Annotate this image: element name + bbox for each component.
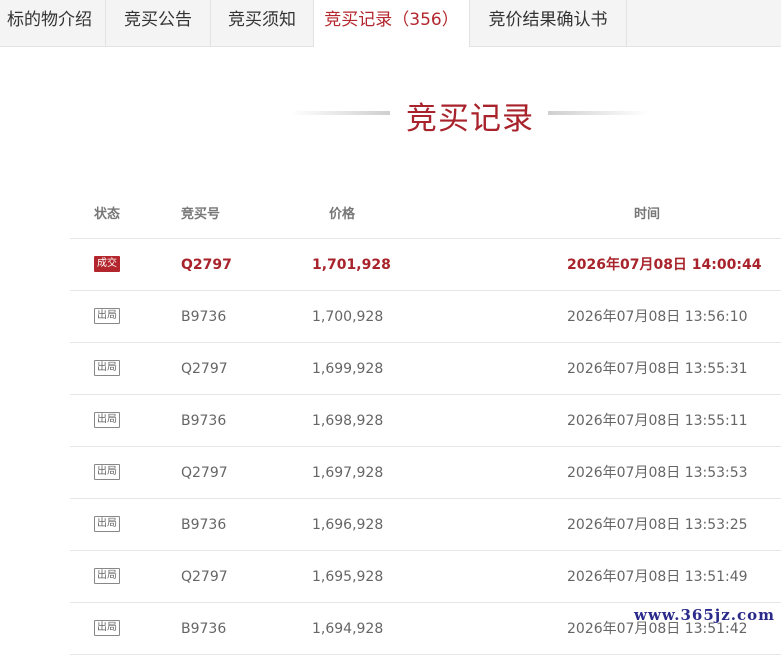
status-badge-out: 出局 <box>94 463 120 480</box>
section-heading: 竞买记录 <box>0 88 781 138</box>
status-cell: 出局 <box>94 499 120 551</box>
column-header-status: 状态 <box>94 207 121 222</box>
bid-number: B9736 <box>181 621 227 637</box>
bid-price: 1,696,928 <box>312 517 384 533</box>
tab-item-intro[interactable]: 标的物介绍 <box>0 0 106 46</box>
table-row: 成交 Q2797 1,701,928 2026年07月08日 14:00:44 <box>70 239 781 291</box>
tab-notice[interactable]: 竞买须知 <box>211 0 314 46</box>
table-row: 出局 Q2797 1,699,928 2026年07月08日 13:55:31 <box>70 343 781 395</box>
bid-number: B9736 <box>181 413 227 429</box>
bid-price: 1,695,928 <box>312 569 384 585</box>
column-header-time: 时间 <box>634 207 661 222</box>
bid-price: 1,701,928 <box>312 257 391 273</box>
tab-label: 竞买记录 <box>324 10 393 30</box>
bid-time: 2026年07月08日 13:51:49 <box>567 569 748 585</box>
bid-number: Q2797 <box>181 257 232 273</box>
status-badge-out: 出局 <box>94 411 120 428</box>
bid-time: 2026年07月08日 13:53:25 <box>567 517 748 533</box>
bid-price: 1,694,928 <box>312 621 384 637</box>
status-badge-out: 出局 <box>94 567 120 584</box>
title-decor-line-right <box>548 111 648 115</box>
tab-label: 竞买公告 <box>124 10 192 30</box>
bid-number: Q2797 <box>181 569 228 585</box>
bid-number: B9736 <box>181 517 227 533</box>
bid-time: 2026年07月08日 13:55:31 <box>567 361 748 377</box>
tab-count: （356） <box>392 10 459 30</box>
bid-number: Q2797 <box>181 361 228 377</box>
status-cell: 出局 <box>94 603 120 655</box>
status-cell: 出局 <box>94 447 120 499</box>
bid-time: 2026年07月08日 14:00:44 <box>567 257 762 273</box>
status-badge-out: 出局 <box>94 515 120 532</box>
bid-time: 2026年07月08日 13:56:10 <box>567 309 748 325</box>
bid-price: 1,699,928 <box>312 361 384 377</box>
table-row: 出局 B9736 1,700,928 2026年07月08日 13:56:10 <box>70 291 781 343</box>
table-row: 出局 B9736 1,696,928 2026年07月08日 13:53:25 <box>70 499 781 551</box>
tab-label: 竞价结果确认书 <box>488 10 608 30</box>
status-cell: 出局 <box>94 343 120 395</box>
title-decor-line-left <box>290 111 390 115</box>
status-cell: 出局 <box>94 395 120 447</box>
column-header-price: 价格 <box>329 207 356 222</box>
tab-label: 标的物介绍 <box>7 10 92 30</box>
bid-price: 1,700,928 <box>312 309 384 325</box>
status-badge-out: 出局 <box>94 307 120 324</box>
page-title: 竞买记录 <box>406 101 534 137</box>
table-row: 出局 Q2797 1,695,928 2026年07月08日 13:51:49 <box>70 551 781 603</box>
tab-bid-records[interactable]: 竞买记录（356） <box>314 0 470 47</box>
bid-time: 2026年07月08日 13:53:53 <box>567 465 748 481</box>
bid-number: Q2797 <box>181 465 228 481</box>
status-badge-out: 出局 <box>94 359 120 376</box>
bid-record-table: 成交 Q2797 1,701,928 2026年07月08日 14:00:44 … <box>0 239 781 655</box>
column-header-bid-no: 竞买号 <box>181 207 221 222</box>
tab-announcement[interactable]: 竞买公告 <box>106 0 211 46</box>
bid-number: B9736 <box>181 309 227 325</box>
tab-label: 竞买须知 <box>228 10 296 30</box>
status-badge-deal: 成交 <box>94 255 120 272</box>
bid-price: 1,698,928 <box>312 413 384 429</box>
table-row: 出局 Q2797 1,697,928 2026年07月08日 13:53:53 <box>70 447 781 499</box>
watermark: www.365jz.com <box>634 606 775 624</box>
status-cell: 成交 <box>94 239 120 291</box>
status-cell: 出局 <box>94 551 120 603</box>
tab-result-confirmation[interactable]: 竞价结果确认书 <box>470 0 627 46</box>
table-row: 出局 B9736 1,698,928 2026年07月08日 13:55:11 <box>70 395 781 447</box>
bid-time: 2026年07月08日 13:55:11 <box>567 413 748 429</box>
status-cell: 出局 <box>94 291 120 343</box>
bid-price: 1,697,928 <box>312 465 384 481</box>
status-badge-out: 出局 <box>94 619 120 636</box>
tab-bar: 标的物介绍 竞买公告 竞买须知 竞买记录（356） 竞价结果确认书 <box>0 0 781 47</box>
